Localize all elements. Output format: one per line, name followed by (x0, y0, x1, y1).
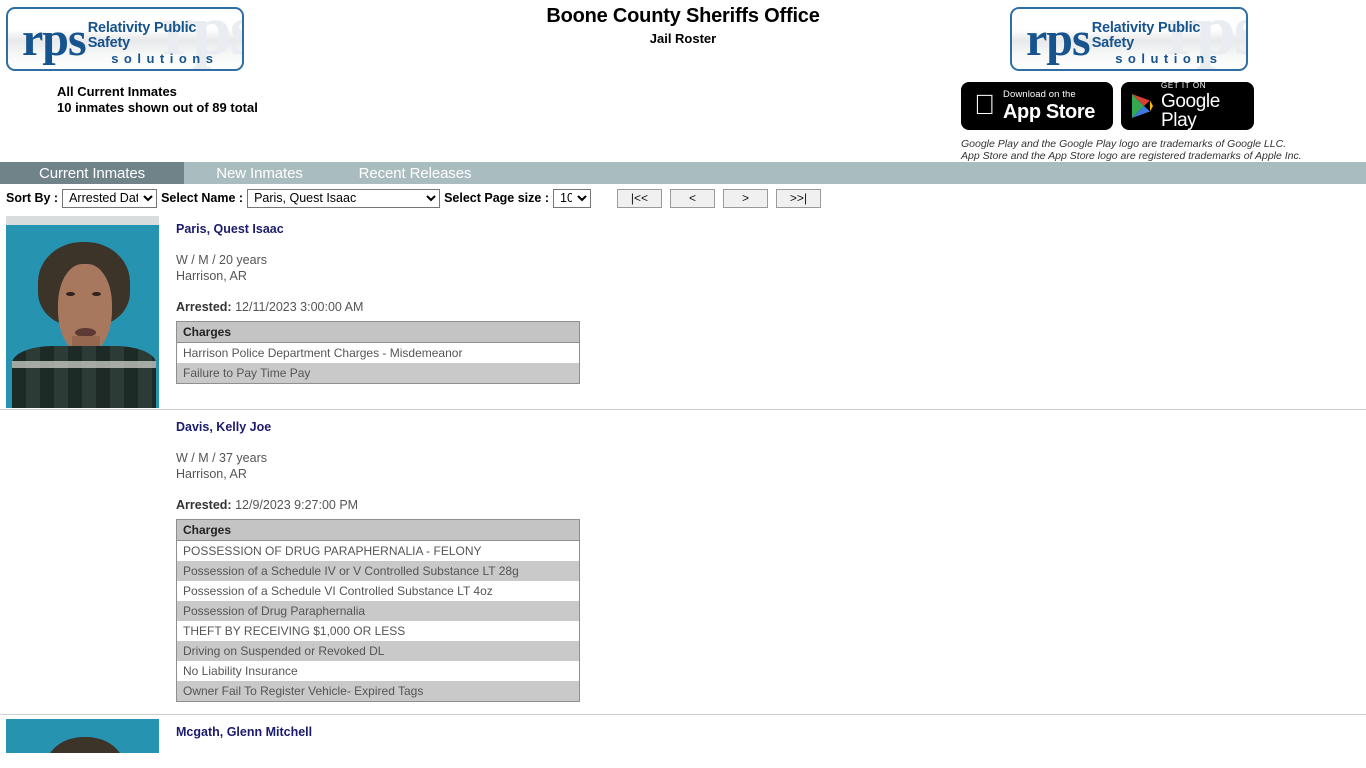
google-play-icon (1132, 94, 1153, 118)
inmate-name-link[interactable]: Mcgath, Glenn Mitchell (176, 725, 312, 739)
page-header: rps rps Relativity Public Safety solutio… (0, 0, 1366, 162)
page-size-select[interactable]: 10 (553, 188, 591, 208)
rps-logo-right: rps rps Relativity Public Safety solutio… (1010, 7, 1248, 71)
inmate-demographics: W / M / 37 years (176, 451, 267, 465)
rps-tagline-primary: Relativity Public Safety (1091, 19, 1201, 51)
charges-table: Charges POSSESSION OF DRUG PARAPHERNALIA… (176, 519, 580, 702)
select-name-select[interactable]: Paris, Quest Isaac (247, 188, 441, 208)
inmate-demographics: W / M / 20 years (176, 253, 267, 267)
arrested-value: 12/9/2023 9:27:00 PM (235, 498, 359, 512)
mugshot-image[interactable] (5, 215, 160, 409)
mugshot-cell (0, 715, 176, 754)
charges-table: Charges Harrison Police Department Charg… (176, 321, 580, 384)
charges-column-header: Charges (176, 321, 580, 343)
charge-item: No Liability Insurance (176, 661, 580, 681)
inmate-details: Davis, Kelly Joe W / M / 37 years Harris… (176, 410, 1366, 714)
rps-tagline-secondary: solutions (1115, 50, 1223, 66)
pager-prev-button[interactable]: < (670, 188, 715, 208)
trademark-line-1: Google Play and the Google Play logo are… (961, 138, 1287, 150)
rps-wordmark: rps (1026, 13, 1091, 66)
rps-tagline-secondary: solutions (111, 50, 219, 66)
pager-next-button[interactable]: > (723, 188, 768, 208)
select-name-label: Select Name : (161, 191, 244, 205)
pager-first-button[interactable]: |<< (617, 188, 662, 208)
mugshot-cell (0, 212, 176, 409)
store-badges:  Download on the App Store GET IT ON Go… (961, 82, 1254, 130)
charge-item: Driving on Suspended or Revoked DL (176, 641, 580, 661)
arrested-info: Arrested: 12/11/2023 3:00:00 AM (176, 300, 1366, 314)
google-play-badge[interactable]: GET IT ON Google Play (1121, 82, 1254, 130)
apple-icon:  (974, 90, 995, 119)
inmate-roster: Paris, Quest Isaac W / M / 20 years Harr… (0, 212, 1366, 754)
charge-item: Failure to Pay Time Pay (176, 363, 580, 384)
inmate-city-state: Harrison, AR (176, 269, 247, 283)
inmate-name-link[interactable]: Davis, Kelly Joe (176, 420, 271, 434)
inmate-city-state: Harrison, AR (176, 467, 247, 481)
mugshot-image[interactable] (5, 718, 160, 754)
charge-item: POSSESSION OF DRUG PARAPHERNALIA - FELON… (176, 540, 580, 561)
charge-item: THEFT BY RECEIVING $1,000 OR LESS (176, 621, 580, 641)
trademark-line-2: App Store and the App Store logo are reg… (961, 149, 1302, 162)
tab-recent-releases[interactable]: Recent Releases (335, 162, 495, 184)
inmate-details: Mcgath, Glenn Mitchell (176, 715, 1366, 754)
roster-controls: Sort By : Arrested Date Select Name : Pa… (0, 184, 1366, 212)
arrested-info: Arrested: 12/9/2023 9:27:00 PM (176, 498, 1366, 512)
google-play-badge-small: GET IT ON (1161, 81, 1207, 90)
charge-item: Harrison Police Department Charges - Mis… (176, 342, 580, 363)
charge-item: Owner Fail To Register Vehicle- Expired … (176, 681, 580, 702)
trademark-notice: Google Play and the Google Play logo are… (961, 138, 1302, 162)
charge-item: Possession of Drug Paraphernalia (176, 601, 580, 621)
pagination: |<< < > >>| (617, 188, 821, 208)
arrested-label: Arrested: (176, 300, 232, 314)
sort-by-label: Sort By : (6, 191, 59, 205)
arrested-value: 12/11/2023 3:00:00 AM (235, 300, 364, 314)
table-row: Davis, Kelly Joe W / M / 37 years Harris… (0, 409, 1366, 714)
charges-column-header: Charges (176, 519, 580, 541)
app-store-badge[interactable]:  Download on the App Store (961, 82, 1113, 130)
roster-summary: All Current Inmates 10 inmates shown out… (57, 84, 258, 116)
tab-current-inmates[interactable]: Current Inmates (0, 162, 184, 184)
charge-item: Possession of a Schedule IV or V Control… (176, 561, 580, 581)
google-play-badge-label: Google Play (1161, 91, 1220, 131)
roster-summary-line-2: 10 inmates shown out of 89 total (57, 100, 258, 115)
table-row: Mcgath, Glenn Mitchell (0, 714, 1366, 754)
tab-bar: Current Inmates New Inmates Recent Relea… (0, 162, 1366, 184)
tab-new-inmates[interactable]: New Inmates (184, 162, 335, 184)
inmate-name-link[interactable]: Paris, Quest Isaac (176, 222, 284, 236)
app-store-badge-label: App Store (982, 100, 1095, 123)
charge-item: Possession of a Schedule VI Controlled S… (176, 581, 580, 601)
arrested-label: Arrested: (176, 498, 232, 512)
sort-by-select[interactable]: Arrested Date (62, 188, 158, 208)
pager-last-button[interactable]: >>| (776, 188, 821, 208)
roster-summary-line-1: All Current Inmates (57, 84, 177, 99)
app-store-badge-small: Download on the (982, 89, 1076, 101)
table-row: Paris, Quest Isaac W / M / 20 years Harr… (0, 212, 1366, 409)
inmate-details: Paris, Quest Isaac W / M / 20 years Harr… (176, 212, 1366, 409)
mugshot-cell (0, 410, 176, 714)
page-size-label: Select Page size : (444, 191, 549, 205)
